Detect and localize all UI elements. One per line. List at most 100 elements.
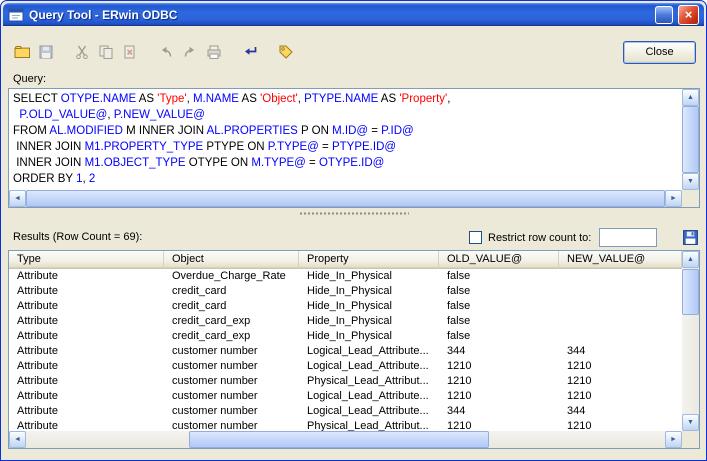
title-bar[interactable]: Query Tool - ERwin ODBC × xyxy=(3,3,704,26)
save-icon xyxy=(35,41,57,63)
table-cell: Attribute xyxy=(9,314,164,329)
table-cell: Attribute xyxy=(9,389,164,404)
query-editor[interactable]: SELECT OTYPE.NAME AS 'Type', M.NAME AS '… xyxy=(8,88,700,208)
delete-icon xyxy=(119,41,141,63)
table-cell: Physical_Lead_Attribut... xyxy=(299,374,439,389)
scroll-left-icon[interactable]: ◄ xyxy=(9,431,26,448)
table-cell: credit_card xyxy=(164,299,299,314)
table-cell: Logical_Lead_Attribute... xyxy=(299,344,439,359)
table-row[interactable]: Attributecustomer numberLogical_Lead_Att… xyxy=(9,389,682,404)
table-row[interactable]: Attributecredit_card_expHide_In_Physical… xyxy=(9,329,682,344)
table-row[interactable]: Attributecustomer numberPhysical_Lead_At… xyxy=(9,419,682,431)
results-header-row: TypeObjectPropertyOLD_VALUE@NEW_VALUE@ xyxy=(9,251,682,269)
table-cell: Attribute xyxy=(9,419,164,431)
app-icon xyxy=(8,7,24,23)
query-line: P.OLD_VALUE@, P.NEW_VALUE@ xyxy=(13,107,678,123)
column-header[interactable]: Object xyxy=(164,251,299,269)
table-cell: 344 xyxy=(559,344,682,359)
table-row[interactable]: Attributecustomer numberPhysical_Lead_At… xyxy=(9,374,682,389)
query-line: FROM AL.MODIFIED M INNER JOIN AL.PROPERT… xyxy=(13,123,678,139)
results-label: Results (Row Count = 69): xyxy=(13,231,142,243)
table-cell xyxy=(559,299,682,314)
table-cell: customer number xyxy=(164,359,299,374)
column-header[interactable]: NEW_VALUE@ xyxy=(559,251,682,269)
table-row[interactable]: Attributecredit_cardHide_In_Physicalfals… xyxy=(9,284,682,299)
scroll-up-icon[interactable]: ▲ xyxy=(682,89,699,106)
cut-icon xyxy=(71,41,93,63)
query-line: ORDER BY 1, 2 xyxy=(13,171,678,187)
table-cell xyxy=(559,314,682,329)
scroll-up-icon[interactable]: ▲ xyxy=(682,251,699,268)
results-hscroll-thumb[interactable] xyxy=(189,431,489,448)
restrict-row-count-checkbox[interactable] xyxy=(469,231,482,244)
query-horizontal-scrollbar[interactable]: ◄ ► xyxy=(9,190,682,207)
results-vscroll-thumb[interactable] xyxy=(682,269,699,315)
table-cell: Physical_Lead_Attribut... xyxy=(299,419,439,431)
table-cell: Attribute xyxy=(9,344,164,359)
undo-icon xyxy=(155,41,177,63)
table-cell: 344 xyxy=(559,404,682,419)
table-row[interactable]: Attributecustomer numberLogical_Lead_Att… xyxy=(9,344,682,359)
table-cell: customer number xyxy=(164,419,299,431)
query-vertical-scrollbar[interactable]: ▲ ▼ xyxy=(682,89,699,190)
redo-icon xyxy=(179,41,201,63)
table-row[interactable]: Attributecustomer numberLogical_Lead_Att… xyxy=(9,404,682,419)
query-vscroll-thumb[interactable] xyxy=(682,106,699,173)
table-cell: 344 xyxy=(439,404,559,419)
table-row[interactable]: Attributecredit_card_expHide_In_Physical… xyxy=(9,314,682,329)
table-cell: Attribute xyxy=(9,329,164,344)
table-row[interactable]: Attributecustomer numberLogical_Lead_Att… xyxy=(9,359,682,374)
table-row[interactable]: AttributeOverdue_Charge_RateHide_In_Phys… xyxy=(9,269,682,284)
results-table[interactable]: TypeObjectPropertyOLD_VALUE@NEW_VALUE@ A… xyxy=(8,250,700,449)
table-cell: Hide_In_Physical xyxy=(299,314,439,329)
table-cell: customer number xyxy=(164,344,299,359)
splitter-handle[interactable] xyxy=(8,209,700,217)
table-cell: 1210 xyxy=(439,374,559,389)
scroll-down-icon[interactable]: ▼ xyxy=(682,414,699,431)
maximize-button[interactable] xyxy=(655,6,673,24)
query-label: Query: xyxy=(13,73,46,85)
scroll-left-icon[interactable]: ◄ xyxy=(9,190,26,207)
table-cell: false xyxy=(439,284,559,299)
scrollbar-corner xyxy=(682,431,699,448)
results-horizontal-scrollbar[interactable]: ◄ ► xyxy=(9,431,682,448)
toolbar-separator xyxy=(59,41,71,63)
query-line: INNER JOIN M1.PROPERTY_TYPE PTYPE ON P.T… xyxy=(13,139,678,155)
results-rows: AttributeOverdue_Charge_RateHide_In_Phys… xyxy=(9,269,682,431)
table-cell: customer number xyxy=(164,389,299,404)
window-title: Query Tool - ERwin ODBC xyxy=(29,8,650,22)
print-icon xyxy=(203,41,225,63)
column-header[interactable]: OLD_VALUE@ xyxy=(439,251,559,269)
table-cell: customer number xyxy=(164,404,299,419)
scroll-right-icon[interactable]: ► xyxy=(665,431,682,448)
restrict-count-input[interactable] xyxy=(599,228,657,247)
toolbar-separator xyxy=(263,41,275,63)
close-window-button[interactable]: × xyxy=(678,5,699,25)
close-button[interactable]: Close xyxy=(623,41,696,64)
table-cell xyxy=(559,284,682,299)
query-line: INNER JOIN M1.OBJECT_TYPE OTYPE ON M.TYP… xyxy=(13,155,678,171)
restrict-row-count-label: Restrict row count to: xyxy=(488,232,591,244)
table-cell: Attribute xyxy=(9,299,164,314)
table-cell: false xyxy=(439,314,559,329)
table-cell: Overdue_Charge_Rate xyxy=(164,269,299,284)
toolbar: Close xyxy=(11,37,696,67)
query-line: SELECT OTYPE.NAME AS 'Type', M.NAME AS '… xyxy=(13,91,678,107)
column-header[interactable]: Type xyxy=(9,251,164,269)
results-vertical-scrollbar[interactable]: ▲ ▼ xyxy=(682,251,699,431)
table-cell: Logical_Lead_Attribute... xyxy=(299,389,439,404)
column-header[interactable]: Property xyxy=(299,251,439,269)
open-icon[interactable] xyxy=(11,41,33,63)
query-text[interactable]: SELECT OTYPE.NAME AS 'Type', M.NAME AS '… xyxy=(9,89,682,190)
execute-query-icon[interactable] xyxy=(239,41,261,63)
scroll-down-icon[interactable]: ▼ xyxy=(682,173,699,190)
scroll-right-icon[interactable]: ► xyxy=(665,190,682,207)
query-hscroll-thumb[interactable] xyxy=(26,190,665,207)
save-results-icon[interactable] xyxy=(681,228,700,247)
table-cell: 1210 xyxy=(559,389,682,404)
tag-icon[interactable] xyxy=(275,41,297,63)
table-cell: 1210 xyxy=(439,419,559,431)
table-row[interactable]: Attributecredit_cardHide_In_Physicalfals… xyxy=(9,299,682,314)
table-cell: Hide_In_Physical xyxy=(299,269,439,284)
table-cell: false xyxy=(439,329,559,344)
